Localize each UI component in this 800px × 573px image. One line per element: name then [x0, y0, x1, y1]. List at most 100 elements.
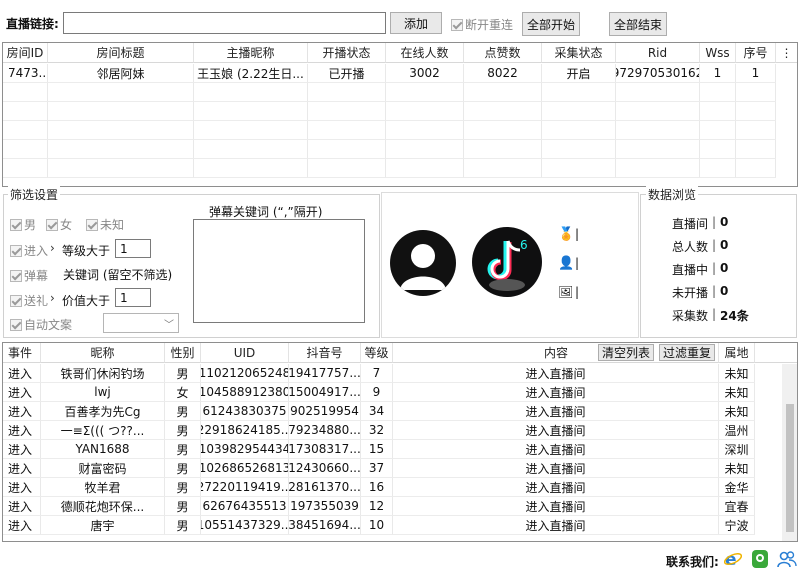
live-link-label: 直播链接:: [6, 17, 59, 31]
rooms-col-header[interactable]: Rid: [616, 43, 700, 63]
auto-copy-select[interactable]: ﹀: [103, 313, 179, 333]
stat-mark-1: |: [575, 227, 580, 241]
event-cell: 902519954: [289, 402, 361, 421]
empty-row: [3, 140, 797, 159]
rooms-col-header[interactable]: 房间ID: [3, 43, 48, 63]
events-col-header[interactable]: 事件: [3, 343, 41, 363]
table-row[interactable]: 进入 牧羊君 男 27220119419... 28161370... 16 进…: [3, 478, 781, 497]
events-col-header[interactable]: 昵称: [41, 343, 165, 363]
events-scrollbar-thumb[interactable]: [786, 404, 794, 532]
female-checkbox[interactable]: 女: [46, 216, 72, 233]
rooms-grid-header: 房间ID 房间标题 主播昵称 开播状态 在线人数 点赞数 采集状态 Rid Ws…: [3, 43, 797, 63]
events-grid[interactable]: 事件 昵称 性别 UID 抖音号 等级 内容 清空列表 过滤重复 属地 进入 铁…: [2, 342, 798, 542]
events-scrollbar[interactable]: [782, 364, 797, 541]
add-button[interactable]: 添加: [390, 12, 442, 34]
empty-row: [3, 102, 797, 121]
enter-label: 进入: [24, 244, 49, 258]
rooms-grid[interactable]: 房间ID 房间标题 主播昵称 开播状态 在线人数 点赞数 采集状态 Rid Ws…: [2, 42, 798, 187]
danmu-checkbox[interactable]: 弹幕: [10, 267, 48, 284]
live-link-input[interactable]: [63, 12, 386, 34]
table-row[interactable]: 进入 lwj 女 104588912380 15004917... 9 进入直播…: [3, 383, 781, 402]
reconnect-checkbox[interactable]: 断开重连: [451, 16, 513, 33]
rooms-col-header[interactable]: 开播状态: [308, 43, 386, 63]
level-input[interactable]: 1: [115, 239, 151, 258]
rooms-col-header[interactable]: 点赞数: [464, 43, 542, 63]
event-cell: 61243830375: [201, 402, 289, 421]
value-input[interactable]: 1: [115, 288, 151, 307]
events-col-header[interactable]: 属地: [719, 343, 755, 363]
event-cell: 197355039: [289, 497, 361, 516]
events-col-header[interactable]: UID: [201, 343, 289, 363]
event-cell: 进入直播间: [393, 516, 719, 535]
anchor-avatar[interactable]: [390, 230, 456, 296]
auto-copy-label: 自动文案: [24, 318, 73, 332]
event-cell: 进入: [3, 402, 41, 421]
table-row[interactable]: 进入 百善孝为先Cg 男 61243830375 902519954 34 进入…: [3, 402, 781, 421]
enter-checkbox[interactable]: 进入: [10, 242, 48, 259]
table-row[interactable]: 进入 财富密码 男 102686526813 12430660... 37 进入…: [3, 459, 781, 478]
table-row[interactable]: 进入 铁哥们休闲钓场 男 110212065248 19417757... 7 …: [3, 364, 781, 383]
filter-dup-button[interactable]: 过滤重复: [659, 344, 715, 361]
event-cell: 15: [361, 440, 393, 459]
reconnect-check-icon: [451, 18, 463, 31]
event-cell: 进入: [3, 497, 41, 516]
male-checkbox[interactable]: 男: [10, 216, 36, 233]
room-cell: 王玉娘 (2.22生日...: [194, 64, 308, 83]
event-cell: 男: [165, 402, 201, 421]
auto-copy-checkbox[interactable]: 自动文案: [10, 316, 72, 333]
table-row[interactable]: 进入 德顺花炮环保... 男 62676435513 197355039 12 …: [3, 497, 781, 516]
events-col-header[interactable]: 性别: [165, 343, 201, 363]
start-all-button[interactable]: 全部开始: [522, 12, 580, 36]
ie-icon[interactable]: e: [723, 550, 743, 570]
event-cell: 女: [165, 383, 201, 402]
room-cell: 开启: [542, 64, 616, 83]
stat-row: 直播间 | 0: [644, 215, 728, 232]
event-cell: 男: [165, 516, 201, 535]
room-cell: 972970530162: [616, 64, 700, 83]
clear-list-button[interactable]: 清空列表: [598, 344, 654, 361]
table-row[interactable]: 进入 一≡Σ((( つ??... 男 22918624185... 792348…: [3, 421, 781, 440]
stat-label: 直播中: [671, 263, 708, 277]
female-label: 女: [60, 218, 73, 232]
group-icon[interactable]: [777, 550, 797, 568]
events-col-header: 内容 清空列表 过滤重复: [393, 343, 719, 363]
douyin-avatar[interactable]: 6: [472, 227, 542, 297]
rooms-col-header[interactable]: 房间标题: [48, 43, 194, 63]
event-cell: 12430660...: [289, 459, 361, 478]
gift-checkbox[interactable]: 送礼: [10, 292, 48, 309]
room-cell: 邻居阿妹: [48, 64, 194, 83]
stat-row: 直播中 | 0: [644, 261, 728, 278]
stat-row: 未开播 | 0: [644, 284, 728, 301]
svg-text:6: 6: [520, 238, 528, 252]
danmu-keywords-textarea[interactable]: [193, 219, 365, 323]
event-cell: 7: [361, 364, 393, 383]
unknown-checkbox[interactable]: 未知: [86, 216, 124, 233]
stat-label: 未开播: [671, 286, 708, 300]
rooms-col-header[interactable]: 序号: [736, 43, 776, 63]
stat-label: 直播间: [671, 217, 708, 231]
content-header[interactable]: 内容: [544, 344, 568, 361]
event-cell: 进入直播间: [393, 478, 719, 497]
events-col-header[interactable]: 等级: [361, 343, 393, 363]
rooms-col-header[interactable]: Wss: [700, 43, 736, 63]
table-row[interactable]: 进入 YAN1688 男 103982954434 17308317... 15…: [3, 440, 781, 459]
rooms-col-header[interactable]: 主播昵称: [194, 43, 308, 63]
female-check-icon: [46, 218, 58, 231]
end-all-button[interactable]: 全部结束: [609, 12, 667, 36]
event-cell: 62676435513: [201, 497, 289, 516]
event-cell: 进入: [3, 440, 41, 459]
rooms-col-header[interactable]: 在线人数: [386, 43, 464, 63]
rooms-col-menu-icon[interactable]: ⋮: [776, 43, 797, 63]
event-cell: 进入直播间: [393, 497, 719, 516]
event-cell: 宜春: [719, 497, 755, 516]
table-row[interactable]: 进入 唐宇 男 10551437329... 38451694... 10 进入…: [3, 516, 781, 535]
event-cell: 9: [361, 383, 393, 402]
rooms-col-header[interactable]: 采集状态: [542, 43, 616, 63]
event-cell: 79234880...: [289, 421, 361, 440]
table-row[interactable]: 7473... 邻居阿妹 王玉娘 (2.22生日... 已开播 3002 802…: [3, 64, 797, 83]
chat-icon[interactable]: [752, 550, 768, 568]
person-silhouette-icon: [400, 244, 446, 290]
danmu-keywords-title: 弹幕关键词 (“,”隔开): [209, 205, 323, 219]
events-col-header[interactable]: 抖音号: [289, 343, 361, 363]
event-cell: 温州: [719, 421, 755, 440]
